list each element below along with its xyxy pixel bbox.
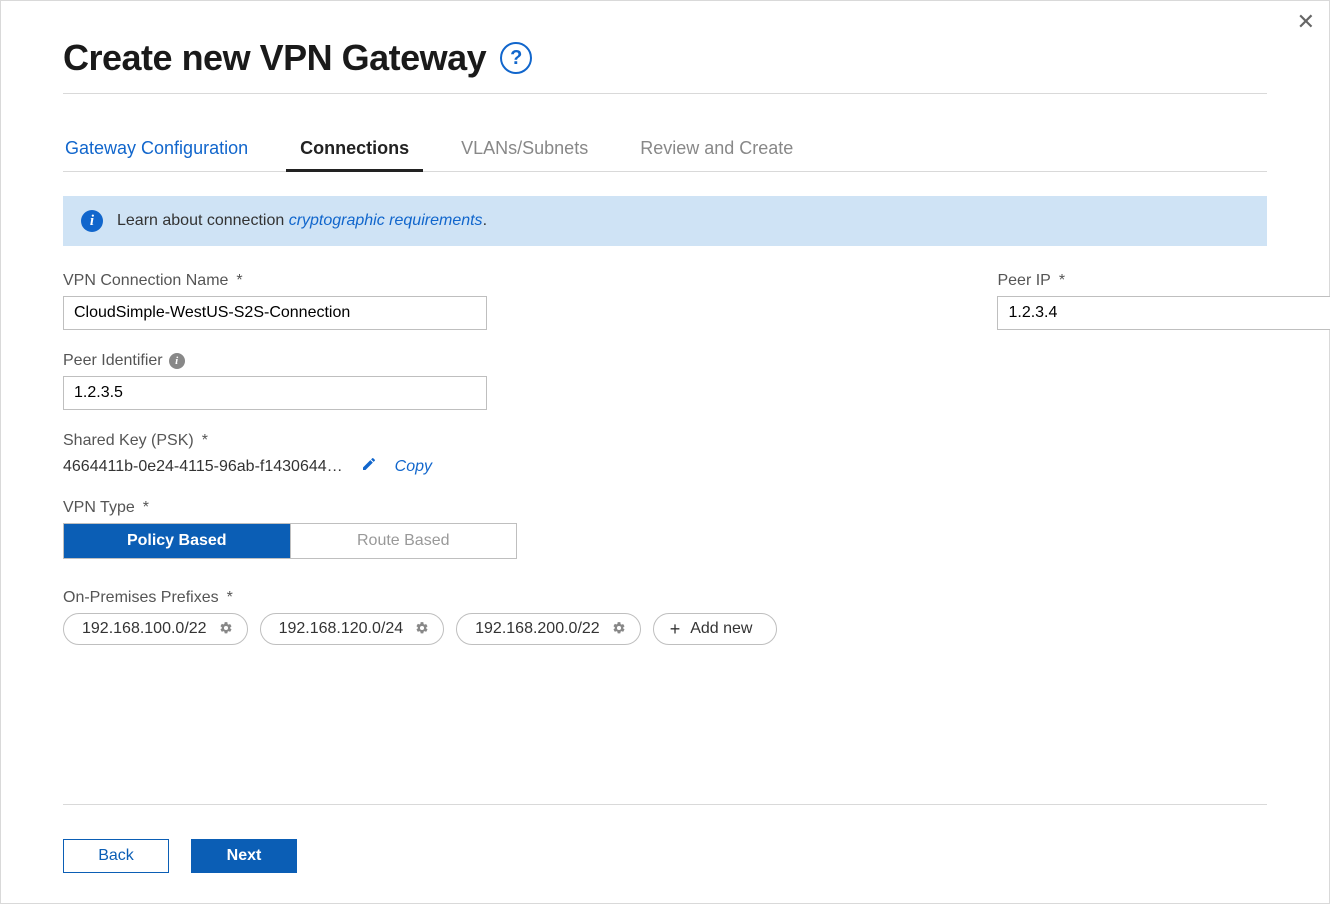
required-marker: * xyxy=(227,589,233,607)
label-vpn-connection-name: VPN Connection Name * xyxy=(63,272,777,290)
plus-icon: + xyxy=(670,620,681,638)
required-marker: * xyxy=(202,432,208,450)
copy-button[interactable]: Copy xyxy=(395,458,432,476)
form-col-right: Peer IP * xyxy=(997,272,1330,667)
required-marker: * xyxy=(236,272,242,290)
gear-icon[interactable] xyxy=(612,621,626,638)
dialog-frame: ✕ Create new VPN Gateway ? Gateway Confi… xyxy=(0,0,1330,904)
info-icon: i xyxy=(81,210,103,232)
prefix-value: 192.168.120.0/24 xyxy=(279,620,404,638)
form-col-left: VPN Connection Name * Peer Identifier i … xyxy=(63,272,777,667)
tab-gateway-configuration[interactable]: Gateway Configuration xyxy=(63,128,250,171)
input-peer-ip[interactable] xyxy=(997,296,1330,330)
gear-icon[interactable] xyxy=(415,621,429,638)
prefix-chip: 192.168.100.0/22 xyxy=(63,613,248,645)
label-on-prem-prefixes: On-Premises Prefixes * xyxy=(63,589,777,607)
input-vpn-connection-name[interactable] xyxy=(63,296,487,330)
field-shared-key: Shared Key (PSK) * 4664411b-0e24-4115-96… xyxy=(63,432,777,477)
prefix-chip: 192.168.120.0/24 xyxy=(260,613,445,645)
label-text: Peer IP xyxy=(997,272,1050,290)
info-text: Learn about connection cryptographic req… xyxy=(117,212,487,230)
label-text: Peer Identifier xyxy=(63,352,163,370)
field-peer-ip: Peer IP * xyxy=(997,272,1330,330)
title-row: Create new VPN Gateway ? xyxy=(63,37,1267,79)
input-peer-identifier[interactable] xyxy=(63,376,487,410)
label-text: Shared Key (PSK) xyxy=(63,432,194,450)
footer-buttons: Back Next xyxy=(63,839,297,873)
info-prefix: Learn about connection xyxy=(117,212,289,229)
tabs: Gateway Configuration Connections VLANs/… xyxy=(63,128,1267,172)
label-peer-ip: Peer IP * xyxy=(997,272,1330,290)
tab-vlans-subnets[interactable]: VLANs/Subnets xyxy=(459,128,590,171)
page-title: Create new VPN Gateway xyxy=(63,37,486,79)
tab-review-create[interactable]: Review and Create xyxy=(638,128,795,171)
prefix-chip: 192.168.200.0/22 xyxy=(456,613,641,645)
vpn-type-policy-based[interactable]: Policy Based xyxy=(64,524,291,558)
prefix-value: 192.168.100.0/22 xyxy=(82,620,207,638)
info-banner: i Learn about connection cryptographic r… xyxy=(63,196,1267,246)
vpn-type-toggle: Policy Based Route Based xyxy=(63,523,517,559)
required-marker: * xyxy=(143,499,149,517)
info-suffix: . xyxy=(483,212,487,229)
psk-row: 4664411b-0e24-4115-96ab-f1430644… Copy xyxy=(63,456,777,477)
field-vpn-connection-name: VPN Connection Name * xyxy=(63,272,777,330)
label-peer-identifier: Peer Identifier i xyxy=(63,352,777,370)
next-button[interactable]: Next xyxy=(191,839,297,873)
footer-divider xyxy=(63,804,1267,805)
prefix-value: 192.168.200.0/22 xyxy=(475,620,600,638)
gear-icon[interactable] xyxy=(219,621,233,638)
psk-value: 4664411b-0e24-4115-96ab-f1430644… xyxy=(63,458,343,476)
title-divider xyxy=(63,93,1267,94)
peer-identifier-info-icon[interactable]: i xyxy=(169,353,185,369)
field-vpn-type: VPN Type * Policy Based Route Based xyxy=(63,499,777,559)
label-text: VPN Type xyxy=(63,499,135,517)
back-button[interactable]: Back xyxy=(63,839,169,873)
field-peer-identifier: Peer Identifier i xyxy=(63,352,777,410)
help-icon[interactable]: ? xyxy=(500,42,532,74)
form-grid: VPN Connection Name * Peer Identifier i … xyxy=(63,272,1267,667)
edit-icon[interactable] xyxy=(361,456,377,477)
prefixes-chips: 192.168.100.0/22 192.168.120.0/24 192.16… xyxy=(63,613,777,645)
required-marker: * xyxy=(1059,272,1065,290)
vpn-type-route-based[interactable]: Route Based xyxy=(291,524,517,558)
add-prefix-button[interactable]: + Add new xyxy=(653,613,778,645)
add-new-label: Add new xyxy=(690,620,752,638)
label-vpn-type: VPN Type * xyxy=(63,499,777,517)
label-shared-key: Shared Key (PSK) * xyxy=(63,432,777,450)
tab-connections[interactable]: Connections xyxy=(298,128,411,171)
label-text: VPN Connection Name xyxy=(63,272,228,290)
label-text: On-Premises Prefixes xyxy=(63,589,219,607)
close-icon[interactable]: ✕ xyxy=(1297,11,1315,33)
field-on-prem-prefixes: On-Premises Prefixes * 192.168.100.0/22 … xyxy=(63,589,777,645)
info-link[interactable]: cryptographic requirements xyxy=(289,212,483,229)
